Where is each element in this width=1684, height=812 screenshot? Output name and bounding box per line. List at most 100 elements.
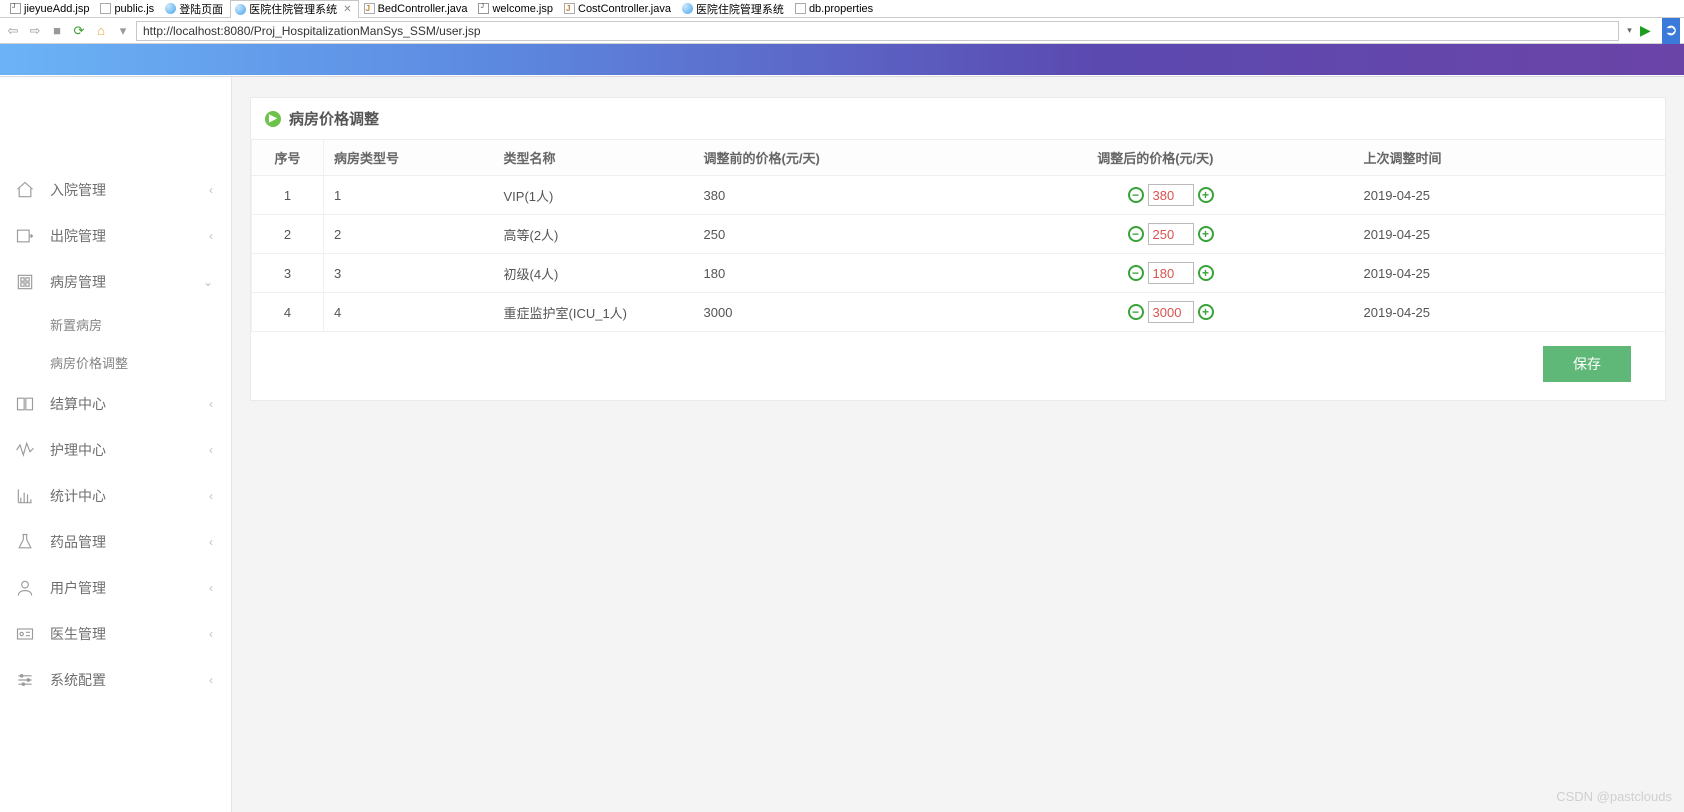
minus-icon[interactable]: − [1128, 226, 1144, 242]
file-type-icon [795, 3, 806, 14]
home-icon[interactable]: ⌂ [92, 22, 110, 40]
col-name: 类型名称 [494, 140, 694, 176]
ide-tab[interactable]: 医院住院管理系统 ✕ [230, 0, 358, 18]
ide-tab-label: jieyueAdd.jsp [24, 3, 89, 15]
cell-type: 4 [324, 293, 494, 332]
cell-seq: 2 [252, 215, 324, 254]
sidebar-item-label: 药品管理 [50, 532, 106, 552]
price-table: 序号 病房类型号 类型名称 调整前的价格(元/天) 调整后的价格(元/天) 上次… [251, 139, 1665, 332]
ide-tab-label: 医院住院管理系统 [696, 1, 784, 17]
ide-tab-label: 登陆页面 [179, 1, 223, 17]
sidebar-item[interactable]: 统计中心‹ [0, 473, 231, 519]
sidebar-item-label: 出院管理 [50, 226, 106, 246]
sidebar-subitem[interactable]: 新置病房 [0, 305, 231, 343]
ide-tab-label: BedController.java [378, 3, 468, 15]
close-icon[interactable]: ✕ [343, 4, 351, 15]
sidebar-item[interactable]: 入院管理‹ [0, 167, 231, 213]
sidebar-item[interactable]: 病房管理 ⌄ [0, 259, 231, 305]
plus-icon[interactable]: + [1198, 304, 1214, 320]
cell-type: 2 [324, 215, 494, 254]
cell-after: −+ [904, 176, 1224, 215]
external-browser-icon[interactable]: ➲ [1662, 18, 1680, 44]
browser-toolbar: ⇦ ⇨ ■ ⟳ ⌂ ▾ http://localhost:8080/Proj_H… [0, 18, 1684, 44]
cell-before: 180 [694, 254, 904, 293]
col-after: 调整后的价格(元/天) [904, 140, 1224, 176]
cell-seq: 1 [252, 176, 324, 215]
cell-seq: 3 [252, 254, 324, 293]
out-icon [14, 225, 36, 247]
col-date: 上次调整时间 [1224, 140, 1666, 176]
chevron-icon: ‹ [209, 535, 213, 549]
table-row: 44重症监护室(ICU_1人)3000−+2019-04-25 [252, 293, 1666, 332]
minus-icon[interactable]: − [1128, 187, 1144, 203]
cell-after: −+ [904, 293, 1224, 332]
sidebar-item[interactable]: 护理中心‹ [0, 427, 231, 473]
cell-name: 重症监护室(ICU_1人) [494, 293, 694, 332]
price-input[interactable] [1148, 262, 1194, 284]
url-input[interactable]: http://localhost:8080/Proj_Hospitalizati… [136, 21, 1619, 41]
cell-after: −+ [904, 215, 1224, 254]
minus-icon[interactable]: − [1128, 265, 1144, 281]
flask-icon [14, 531, 36, 553]
file-type-icon [478, 3, 489, 14]
forward-icon[interactable]: ⇨ [26, 22, 44, 40]
cell-date: 2019-04-25 [1224, 293, 1666, 332]
ide-tab-label: db.properties [809, 3, 873, 15]
sidebar-item-label: 护理中心 [50, 440, 106, 460]
page-banner [0, 44, 1684, 76]
ide-tab[interactable]: jieyueAdd.jsp [6, 0, 95, 18]
cell-date: 2019-04-25 [1224, 215, 1666, 254]
refresh-icon[interactable]: ⟳ [70, 22, 88, 40]
cell-after: −+ [904, 254, 1224, 293]
ide-tab[interactable]: 登陆页面 [161, 0, 229, 18]
ide-tab[interactable]: BedController.java [360, 0, 474, 18]
sidebar-item[interactable]: 用户管理‹ [0, 565, 231, 611]
price-input[interactable] [1148, 184, 1194, 206]
ide-tab-label: 医院住院管理系统 [249, 1, 337, 17]
price-input[interactable] [1148, 301, 1194, 323]
sidebar-item-label: 病房管理 [50, 272, 106, 292]
ide-tab[interactable]: db.properties [791, 0, 879, 18]
play-circle-icon: ▶ [265, 111, 281, 127]
minus-icon[interactable]: − [1128, 304, 1144, 320]
watermark: CSDN @pastclouds [1556, 789, 1672, 804]
bed-icon [14, 271, 36, 293]
cell-date: 2019-04-25 [1224, 254, 1666, 293]
plus-icon[interactable]: + [1198, 187, 1214, 203]
sidebar-item-label: 结算中心 [50, 394, 106, 414]
stop-icon[interactable]: ■ [48, 22, 66, 40]
chevron-icon: ‹ [209, 581, 213, 595]
price-input[interactable] [1148, 223, 1194, 245]
chevron-icon: ‹ [209, 397, 213, 411]
cell-name: 初级(4人) [494, 254, 694, 293]
sidebar-item[interactable]: 系统配置‹ [0, 657, 231, 703]
ide-tab[interactable]: 医院住院管理系统 [678, 0, 790, 18]
sidebar-item[interactable]: 药品管理 ‹ [0, 519, 231, 565]
plus-icon[interactable]: + [1198, 226, 1214, 242]
ide-tab[interactable]: welcome.jsp [474, 0, 559, 18]
ide-tab-label: welcome.jsp [492, 3, 553, 15]
book-icon [14, 393, 36, 415]
cell-before: 250 [694, 215, 904, 254]
sidebar-item-label: 统计中心 [50, 486, 106, 506]
sidebar-subitem[interactable]: 病房价格调整 [0, 343, 231, 381]
plus-icon[interactable]: + [1198, 265, 1214, 281]
url-history-icon[interactable]: ▾ [1623, 25, 1636, 36]
col-before: 调整前的价格(元/天) [694, 140, 904, 176]
chart-icon [14, 485, 36, 507]
back-icon[interactable]: ⇦ [4, 22, 22, 40]
save-button[interactable]: 保存 [1543, 346, 1631, 382]
sidebar-item[interactable]: 医生管理‹ [0, 611, 231, 657]
dropdown-icon[interactable]: ▾ [114, 22, 132, 40]
file-type-icon [682, 3, 693, 14]
ide-tab-strip: jieyueAdd.jsp public.js 登陆页面 医院住院管理系统 ✕ BedCo… [0, 0, 1684, 18]
chevron-icon: ⌄ [203, 275, 213, 289]
ide-tab[interactable]: public.js [96, 0, 160, 18]
sidebar-item[interactable]: 出院管理‹ [0, 213, 231, 259]
sidebar-item[interactable]: 结算中心 ‹ [0, 381, 231, 427]
table-row: 22高等(2人)250−+2019-04-25 [252, 215, 1666, 254]
wave-icon [14, 439, 36, 461]
go-icon[interactable]: ▶ [1640, 22, 1658, 39]
file-type-icon [364, 3, 375, 14]
ide-tab[interactable]: CostController.java [560, 0, 677, 18]
